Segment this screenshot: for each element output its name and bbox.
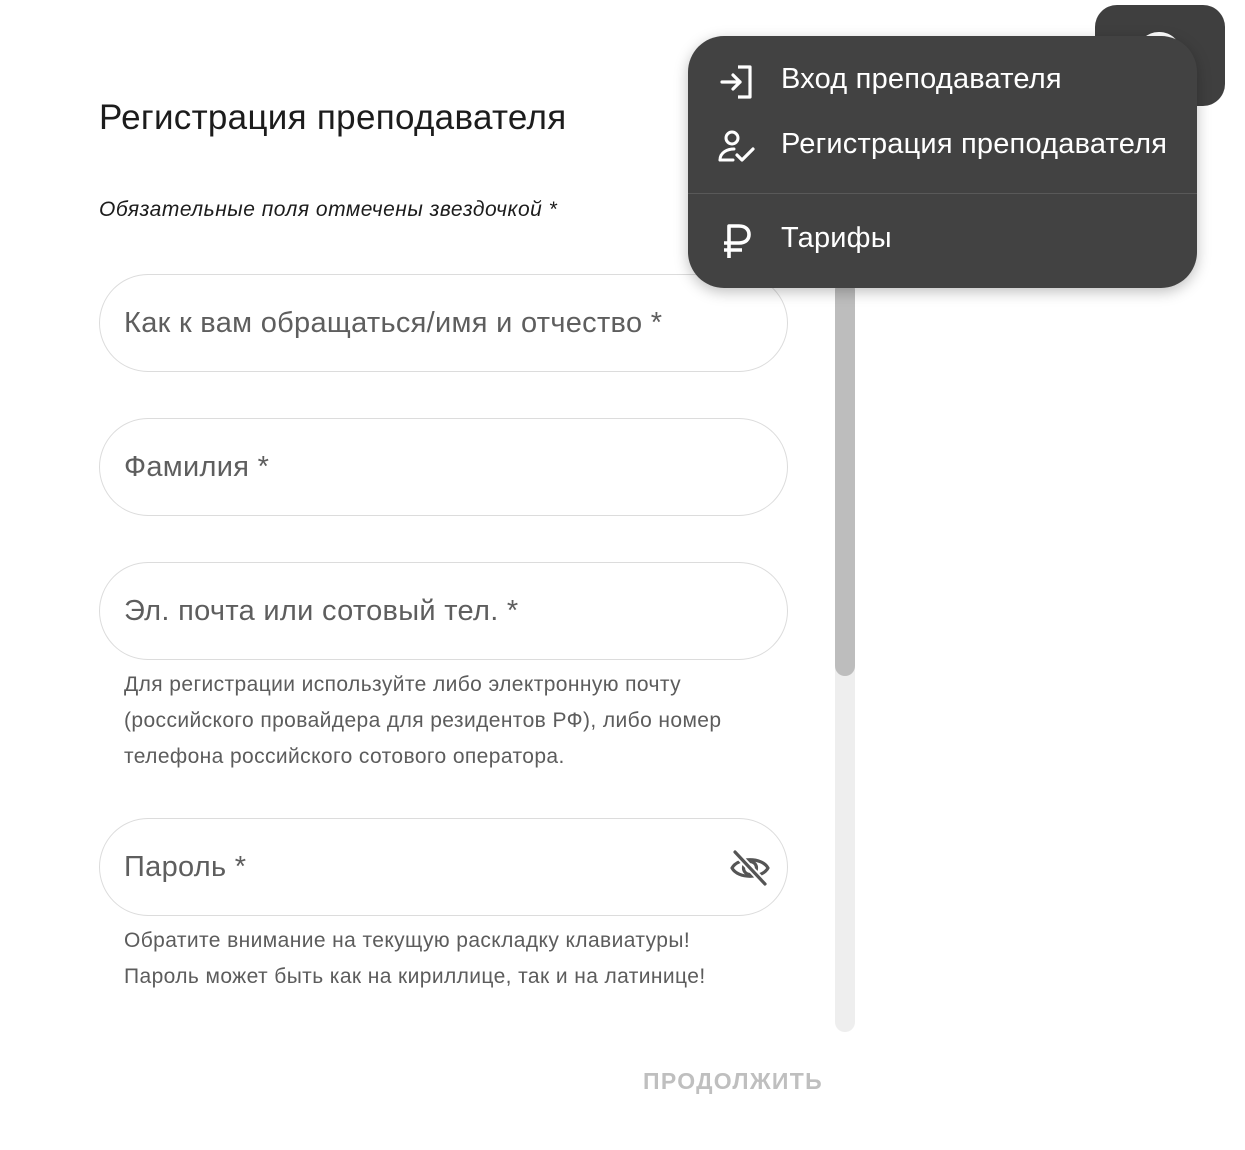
page-title: Регистрация преподавателя <box>99 98 567 137</box>
password-input[interactable] <box>124 819 724 915</box>
required-fields-note: Обязательные поля отмечены звездочкой * <box>99 198 558 221</box>
menu-divider <box>688 193 1197 194</box>
ruble-icon <box>718 222 756 260</box>
name-field[interactable] <box>99 274 788 372</box>
eye-off-icon[interactable] <box>729 847 771 889</box>
password-field[interactable] <box>99 818 788 916</box>
menu-item-teacher-registration[interactable]: Регистрация преподавателя <box>688 114 1197 178</box>
menu-item-label: Регистрация преподавателя <box>781 128 1168 160</box>
page: Регистрация преподавателя Обязательные п… <box>0 0 1245 1150</box>
account-menu: Вход преподавателя Регистрация преподава… <box>688 36 1197 288</box>
password-helper-line-2: Пароль может быть как на кириллице, так … <box>124 965 706 988</box>
menu-item-label: Тарифы <box>781 222 892 254</box>
continue-button[interactable]: ПРОДОЛЖИТЬ <box>628 1058 838 1102</box>
contact-helper-text: Для регистрации используйте либо электро… <box>124 673 722 768</box>
menu-item-teacher-login[interactable]: Вход преподавателя <box>688 49 1197 113</box>
surname-field[interactable] <box>99 418 788 516</box>
login-icon <box>718 63 756 101</box>
scrollbar-thumb[interactable] <box>835 280 855 676</box>
menu-item-tariffs[interactable]: Тарифы <box>688 208 1197 272</box>
contact-field[interactable] <box>99 562 788 660</box>
surname-input[interactable] <box>124 419 724 515</box>
contact-input[interactable] <box>124 563 724 659</box>
name-input[interactable] <box>124 275 724 371</box>
menu-item-label: Вход преподавателя <box>781 63 1062 95</box>
password-helper-line-1: Обратите внимание на текущую раскладку к… <box>124 929 691 952</box>
person-check-icon <box>718 128 756 166</box>
